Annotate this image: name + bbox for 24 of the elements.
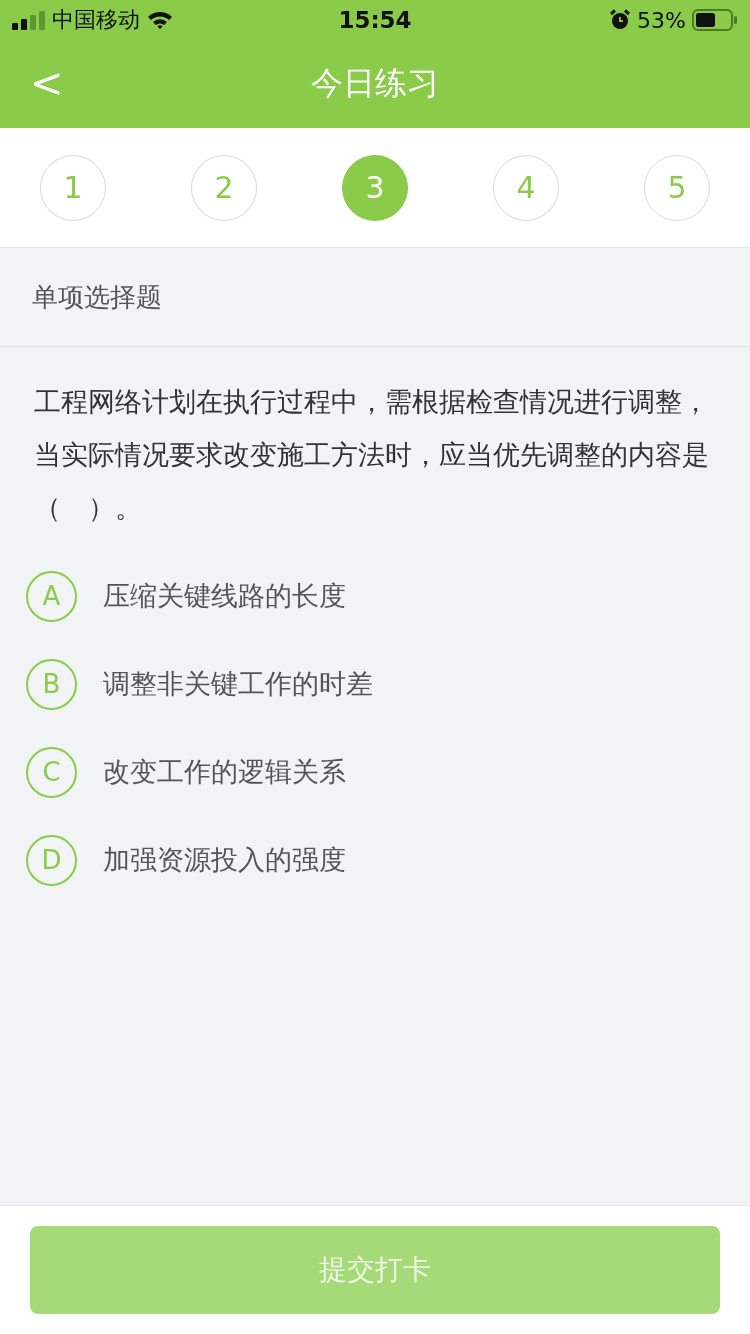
alarm-icon xyxy=(609,9,632,31)
question-number-tab[interactable]: 4 xyxy=(493,154,559,221)
question-number-tab[interactable]: 5 xyxy=(644,154,710,221)
question-number-tab[interactable]: 2 xyxy=(191,154,257,221)
option-text[interactable]: 压缩关键线路的长度 xyxy=(103,578,346,614)
page-title: 今日练习 xyxy=(311,63,439,104)
option-text[interactable]: 改变工作的逻辑关系 xyxy=(103,754,346,790)
carrier-name: 中国移动 xyxy=(52,6,140,34)
battery-percent: 53% xyxy=(637,7,686,33)
question-number-tab[interactable]: 1 xyxy=(40,154,106,221)
wifi-icon xyxy=(146,10,174,30)
option-text[interactable]: 调整非关键工作的时差 xyxy=(103,666,373,702)
option-letter-radio[interactable]: C xyxy=(26,746,77,798)
option-text[interactable]: 加强资源投入的强度 xyxy=(103,842,346,878)
battery-icon xyxy=(692,9,738,31)
question-type-label: 单项选择题 xyxy=(32,280,162,314)
option-letter-radio[interactable]: A xyxy=(26,570,77,622)
signal-icon xyxy=(12,10,46,30)
question-text: 工程网络计划在执行过程中，需根据检查情况进行调整，当实际情况要求改变施工方法时，应当优先调整的内容是（ ）。 xyxy=(34,385,710,525)
back-button[interactable]: < xyxy=(20,58,74,108)
option-letter-radio[interactable]: B xyxy=(26,658,77,710)
option-letter-radio[interactable]: D xyxy=(26,834,77,886)
question-number-tab[interactable]: 3 xyxy=(342,154,408,221)
status-time: 15:54 xyxy=(338,7,412,33)
